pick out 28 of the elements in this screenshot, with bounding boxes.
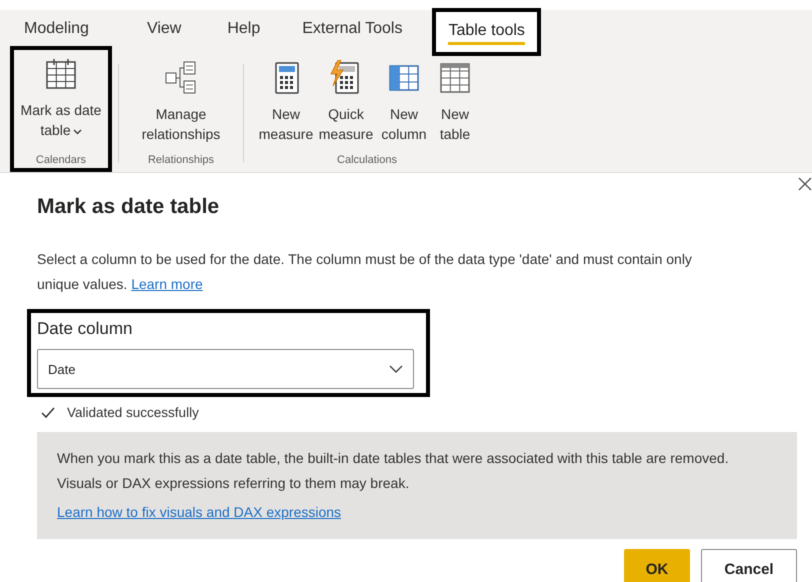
group-label: Calculations xyxy=(337,154,397,168)
ok-button[interactable]: OK xyxy=(624,549,690,582)
learn-more-link[interactable]: Learn more xyxy=(131,276,203,292)
ribbon-button[interactable]: Mark as date table xyxy=(16,50,106,154)
relationships-icon xyxy=(164,60,198,96)
calendar-icon xyxy=(44,56,78,92)
validation-text: Validated successfully xyxy=(67,405,199,420)
dialog-title: Mark as date table xyxy=(37,195,220,219)
ribbon-button[interactable]: Manage relationships xyxy=(131,54,231,154)
date-column-dropdown[interactable]: Date xyxy=(37,349,414,389)
ribbon-button[interactable]: New table xyxy=(432,54,478,154)
fix-visuals-link[interactable]: Learn how to fix visuals and DAX expressions xyxy=(57,500,342,525)
description-text: Select a column to be used for the date. The column must be of the data type 'date' and must contain only unique values. Learn more xyxy=(37,250,693,294)
close-button[interactable] xyxy=(798,177,812,193)
chevron-down-icon xyxy=(389,365,403,373)
ribbon-button[interactable]: Quick measure xyxy=(316,54,376,154)
ribbon-tab[interactable]: Modeling xyxy=(8,10,105,50)
field-label: Date column xyxy=(37,319,134,339)
ribbon-tab[interactable]: External Tools xyxy=(286,10,418,50)
notice-text: When you mark this as a date table, the built-in date tables that were associated with this table are removed. Visuals or DAX expressions referring to them may break. xyxy=(57,449,730,493)
cancel-button[interactable]: Cancel xyxy=(701,549,797,582)
ribbon-button[interactable]: New measure xyxy=(256,54,316,154)
group-label: Relationships xyxy=(148,154,214,168)
ribbon-tab[interactable]: View xyxy=(130,10,198,50)
ribbon-button[interactable]: New column xyxy=(376,54,432,154)
group-label: Calendars xyxy=(36,154,86,168)
ribbon-tab[interactable]: Help xyxy=(211,10,276,50)
ribbon-tab[interactable]: Table tools xyxy=(432,8,541,56)
